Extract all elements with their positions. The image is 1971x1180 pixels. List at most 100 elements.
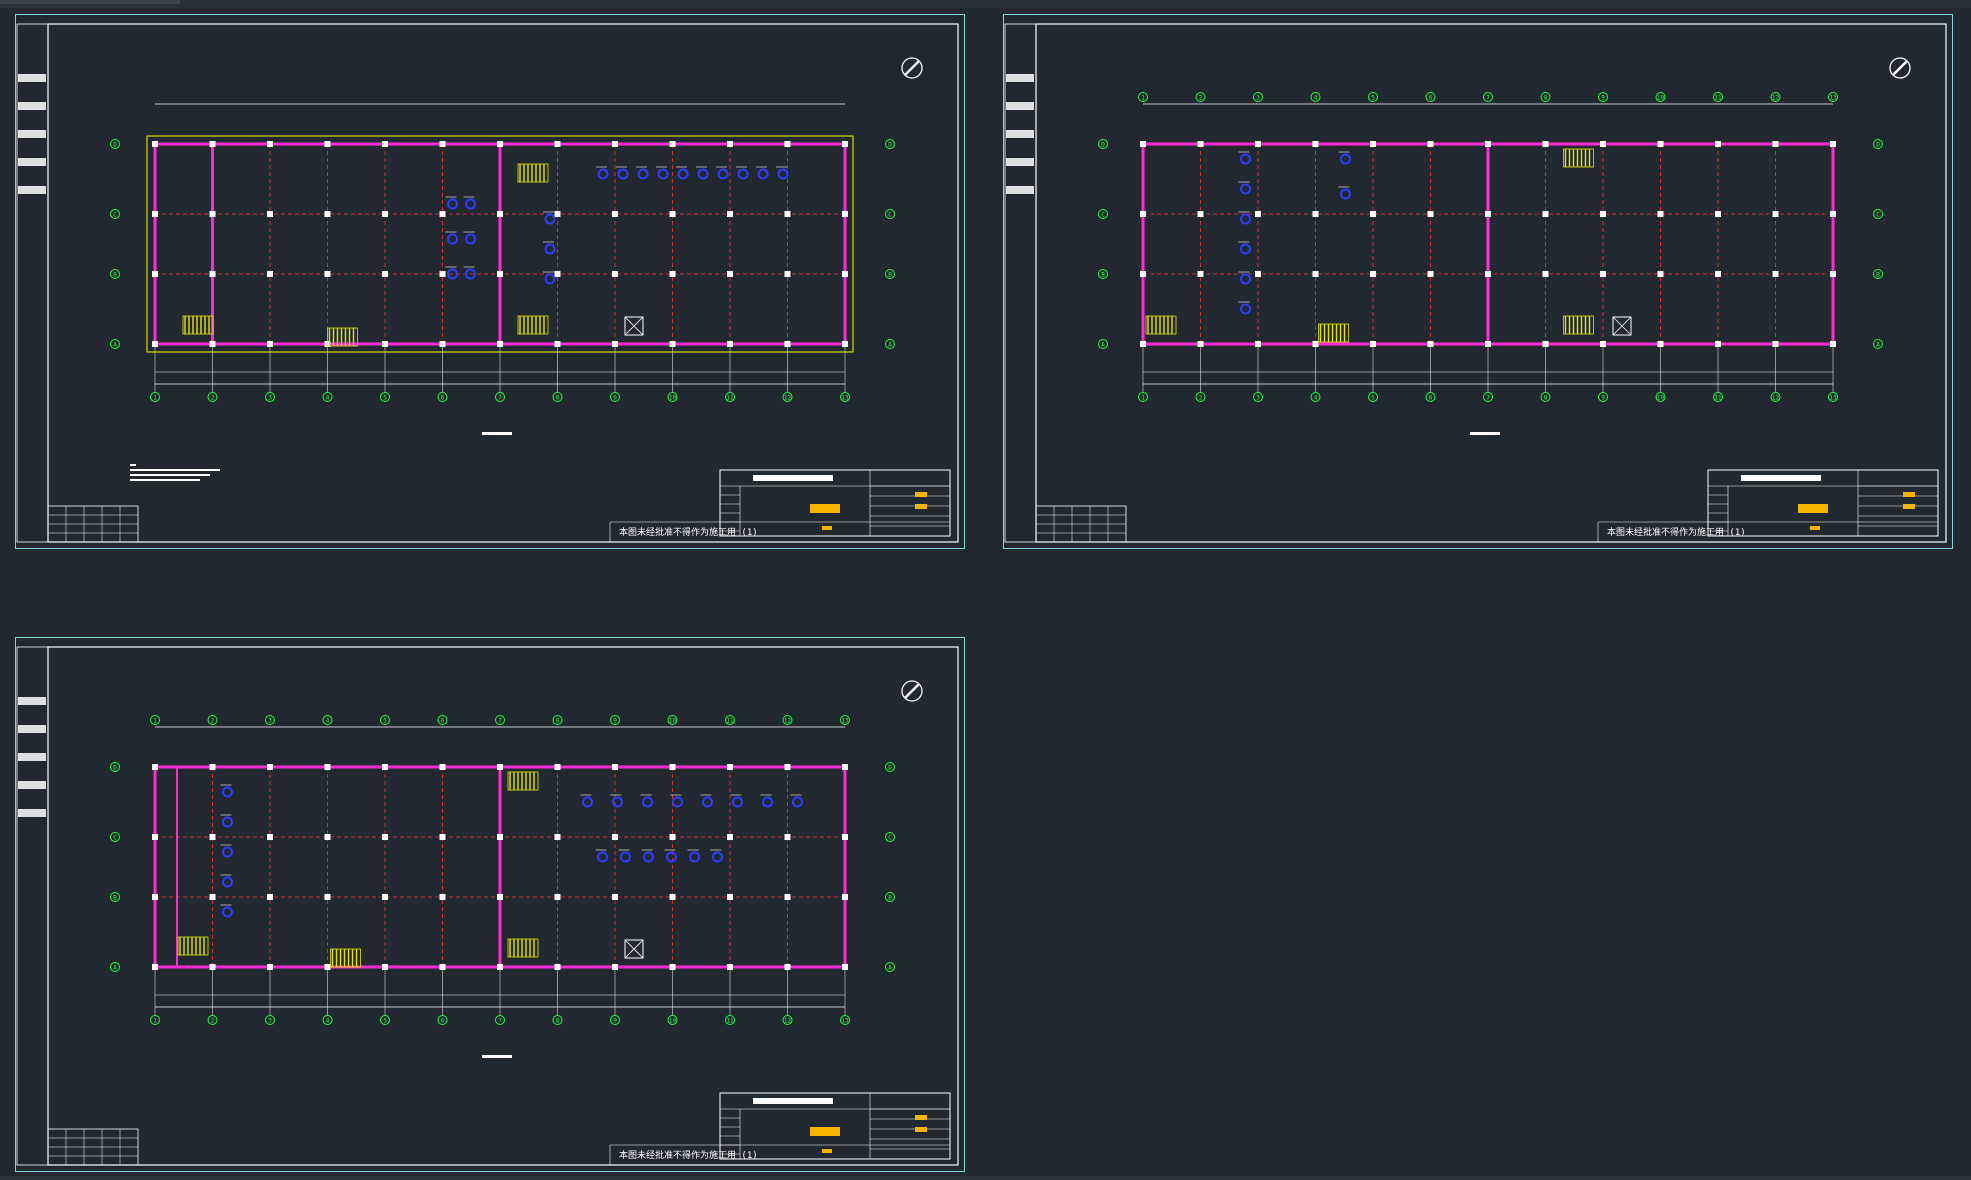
column (209, 141, 216, 147)
grid-bubble: 2 (207, 1015, 218, 1025)
column (1140, 271, 1146, 277)
grid-bubble-label: C (1876, 212, 1880, 219)
equipment-circle (620, 851, 631, 863)
column (1312, 141, 1319, 147)
equipment-icon (790, 794, 803, 808)
equipment-circle (762, 796, 773, 808)
stair-icon (177, 936, 209, 956)
grid-bubble-label: 1 (153, 718, 157, 725)
grid-bubble-label: 4 (326, 395, 330, 402)
grid-bubble: 8 (552, 392, 563, 402)
grid-bubble: 8 (552, 715, 563, 725)
grid-bubble: 4 (322, 715, 333, 725)
grid-bubble-label: C (888, 212, 892, 219)
equipment-circle (642, 796, 653, 808)
equipment-icon (656, 166, 669, 180)
column (1197, 211, 1204, 217)
equipment-icon (640, 794, 653, 808)
column (1542, 341, 1549, 347)
title-block-mark (1903, 492, 1915, 497)
grid-bubble: D (885, 139, 895, 149)
sheet-canvas[interactable]: 1122334455667788991010111112121313D DC CB B… (15, 637, 965, 1172)
grid-bubble-label: 11 (726, 1018, 734, 1025)
column (1140, 141, 1146, 147)
grid-bubble: 9 (610, 1015, 620, 1025)
grid-bubble: 9 (610, 392, 620, 402)
equipment-icon (543, 241, 556, 255)
column (784, 271, 791, 277)
grid-bubble-label: 2 (211, 718, 215, 725)
title-block-mark (822, 526, 832, 530)
column (1600, 341, 1606, 347)
grid-bubble: 11 (725, 715, 735, 725)
grid-bubble-label: 8 (1544, 95, 1548, 102)
column (209, 341, 216, 347)
column (1197, 141, 1204, 147)
equipment-circle (612, 796, 623, 808)
equipment-icon (641, 849, 654, 863)
title-block-heading (753, 475, 833, 481)
grid-bubble: 5 (1368, 92, 1378, 102)
notes-line (130, 479, 200, 481)
revision-table (47, 1128, 139, 1166)
column (1772, 341, 1779, 347)
sheet-canvas[interactable]: 1 2 3 4 5 6 7 8 9 10 11 12 13D DC CB BA A (15, 14, 965, 549)
grid-bubble: 7 (495, 1015, 505, 1025)
grid-bubble: B (1873, 269, 1883, 279)
grid-bubble: 7 (495, 715, 505, 725)
equipment-circle (672, 796, 683, 808)
grid-bubble-label: B (888, 895, 892, 902)
equipment-circle (447, 198, 458, 210)
grid-bubble: D (885, 762, 895, 772)
equipment-icon (1238, 151, 1251, 165)
equipment-circle (677, 168, 689, 180)
layout-tab[interactable] (0, 0, 180, 4)
equipment-circle (222, 786, 233, 798)
column (842, 271, 848, 277)
grid-bubble-label: 7 (1486, 395, 1490, 402)
equipment-icon (730, 794, 743, 808)
scale-label-bar (482, 432, 512, 435)
binding-block (18, 781, 46, 789)
grid-bubble: 10 (667, 715, 678, 725)
grid-bubble-label: D (113, 142, 117, 149)
elevator-icon (1612, 316, 1632, 336)
grid-bubble: 7 (495, 392, 505, 402)
column (497, 271, 503, 277)
drawing-sheet-2[interactable]: 1 1 2 2 3 3 4 4 5 5 6 6 7 7 8 8 9 9 10 10 11 11 12 12 13 13 D D C C B B… (1003, 14, 1953, 549)
grid-bubble: 11 (725, 392, 735, 402)
equipment-circle (222, 906, 233, 918)
grid-bubble-label: A (113, 342, 117, 349)
column (612, 211, 618, 217)
title-block-mark (915, 1115, 927, 1120)
column (1772, 211, 1779, 217)
column (1427, 141, 1434, 147)
grid-bubble: B (110, 892, 120, 902)
grid-bubble-label: 4 (326, 718, 330, 725)
drawing-sheet-3[interactable]: 1 1 2 2 3 3 4 4 5 5 6 6 7 7 8 8 9 9 10 10 11 11 12 12 13 13 D D C C B B… (15, 637, 965, 1172)
column (439, 964, 446, 970)
equipment-icon (543, 211, 556, 225)
column (152, 211, 158, 217)
column (152, 341, 158, 347)
grid-bubble: A (1098, 339, 1108, 349)
column (1657, 271, 1664, 277)
grid-bubble-label: B (1876, 272, 1880, 279)
column (784, 894, 791, 900)
grid-bubble-label: D (1876, 142, 1880, 149)
grid-bubble-label: 11 (726, 395, 734, 402)
grid-bubble: 4 (1310, 92, 1321, 102)
equipment-icon (696, 166, 709, 180)
north-needle (904, 60, 920, 76)
column (1485, 271, 1491, 277)
binding-strip (16, 23, 49, 543)
column (784, 764, 791, 770)
drawing-sheet-1[interactable]: 1 2 3 4 5 6 7 8 9 10 11 12 13 D D C C B B A A 本图未经批准不得作为施工用 … (15, 14, 965, 549)
grid-bubble-label: B (1101, 272, 1105, 279)
column (612, 964, 618, 970)
binding-block (1006, 158, 1034, 166)
sheet-canvas[interactable]: 1122334455667788991010111112121313D DC CB B… (1003, 14, 1953, 549)
grid-bubble: 2 (207, 392, 218, 402)
column (1197, 271, 1204, 277)
equipment-circle (1240, 303, 1251, 315)
